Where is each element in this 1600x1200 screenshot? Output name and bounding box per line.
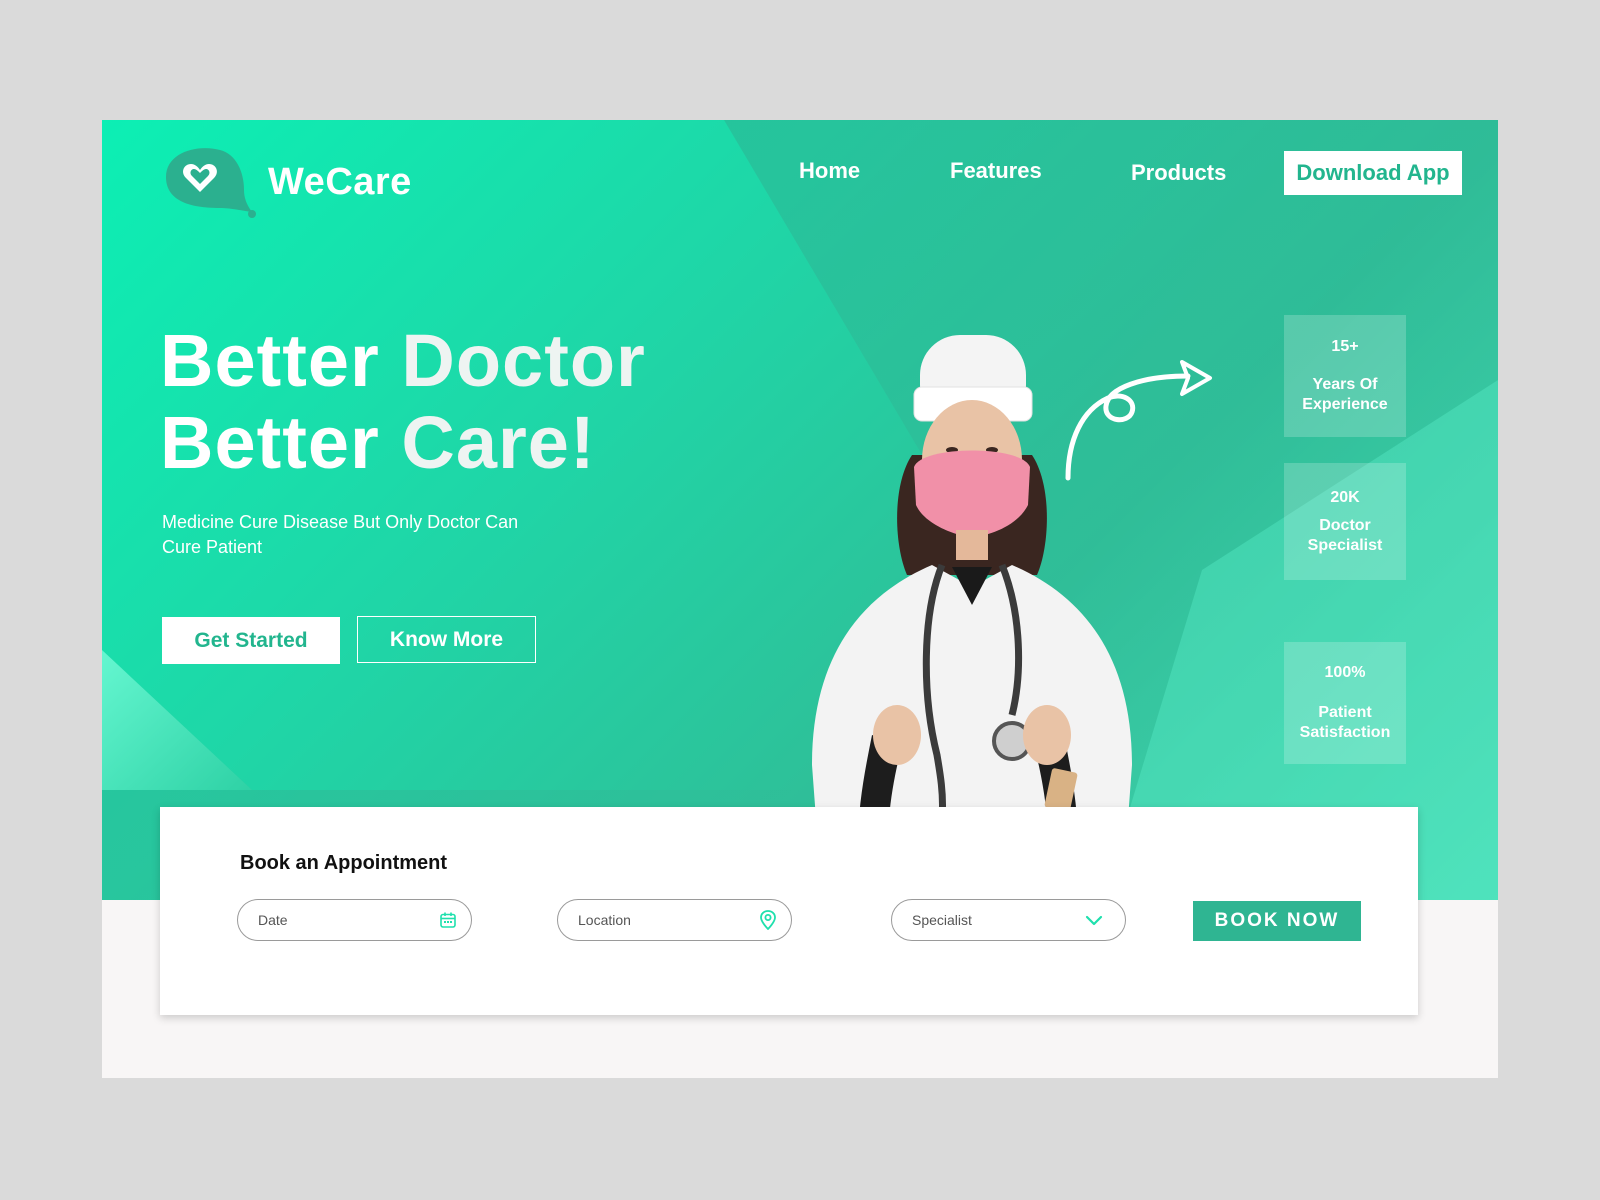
location-field[interactable] bbox=[557, 899, 792, 941]
headline-word: Better bbox=[160, 401, 380, 484]
headline-word: Doctor bbox=[401, 319, 646, 402]
stat-card-specialists: 20K Doctor Specialist bbox=[1284, 463, 1406, 580]
chevron-down-icon[interactable] bbox=[1083, 909, 1105, 931]
hero-headline: Better Doctor Better Care! bbox=[160, 320, 646, 484]
specialist-select[interactable]: Specialist bbox=[891, 899, 1126, 941]
stat-label: Satisfaction bbox=[1299, 724, 1391, 741]
stat-card-experience: 15+ Years Of Experience bbox=[1284, 315, 1406, 437]
date-input[interactable] bbox=[258, 912, 439, 928]
map-pin-icon[interactable] bbox=[759, 909, 777, 931]
nav-products[interactable]: Products bbox=[1131, 160, 1226, 186]
download-app-button[interactable]: Download App bbox=[1284, 151, 1462, 195]
stat-value: 20K bbox=[1330, 488, 1360, 506]
get-started-button[interactable]: Get Started bbox=[162, 617, 340, 664]
arrow-doodle-icon bbox=[1065, 360, 1212, 481]
hero-section: WeCare Home Features Products Download A… bbox=[102, 120, 1498, 900]
appointment-card: Book an Appointment Date Location Specia… bbox=[160, 807, 1418, 1015]
date-field[interactable] bbox=[237, 899, 472, 941]
stat-label: Years Of bbox=[1312, 376, 1378, 393]
book-now-button[interactable]: BOOK NOW bbox=[1193, 901, 1361, 941]
location-input[interactable] bbox=[578, 912, 759, 928]
stat-card-satisfaction: 100% Patient Satisfaction bbox=[1284, 642, 1406, 764]
stat-label: Specialist bbox=[1307, 536, 1383, 554]
landing-page-frame: WeCare Home Features Products Download A… bbox=[102, 120, 1498, 1078]
stat-label: Patient bbox=[1318, 704, 1372, 721]
appointment-title: Book an Appointment bbox=[240, 852, 448, 874]
stat-value: 15+ bbox=[1331, 338, 1359, 355]
stat-label: Doctor bbox=[1319, 516, 1371, 534]
headline-word: Better bbox=[160, 319, 380, 402]
headline-word: Care! bbox=[401, 401, 596, 484]
know-more-button[interactable]: Know More bbox=[357, 616, 536, 663]
calendar-icon[interactable] bbox=[439, 909, 457, 931]
stat-value: 100% bbox=[1324, 664, 1366, 681]
hero-tagline: Medicine Cure Disease But Only Doctor Ca… bbox=[162, 512, 519, 557]
nav-home[interactable]: Home bbox=[799, 158, 860, 184]
specialist-placeholder: Specialist bbox=[912, 912, 972, 928]
nav-features[interactable]: Features bbox=[950, 158, 1042, 184]
stat-label: Experience bbox=[1302, 396, 1388, 413]
